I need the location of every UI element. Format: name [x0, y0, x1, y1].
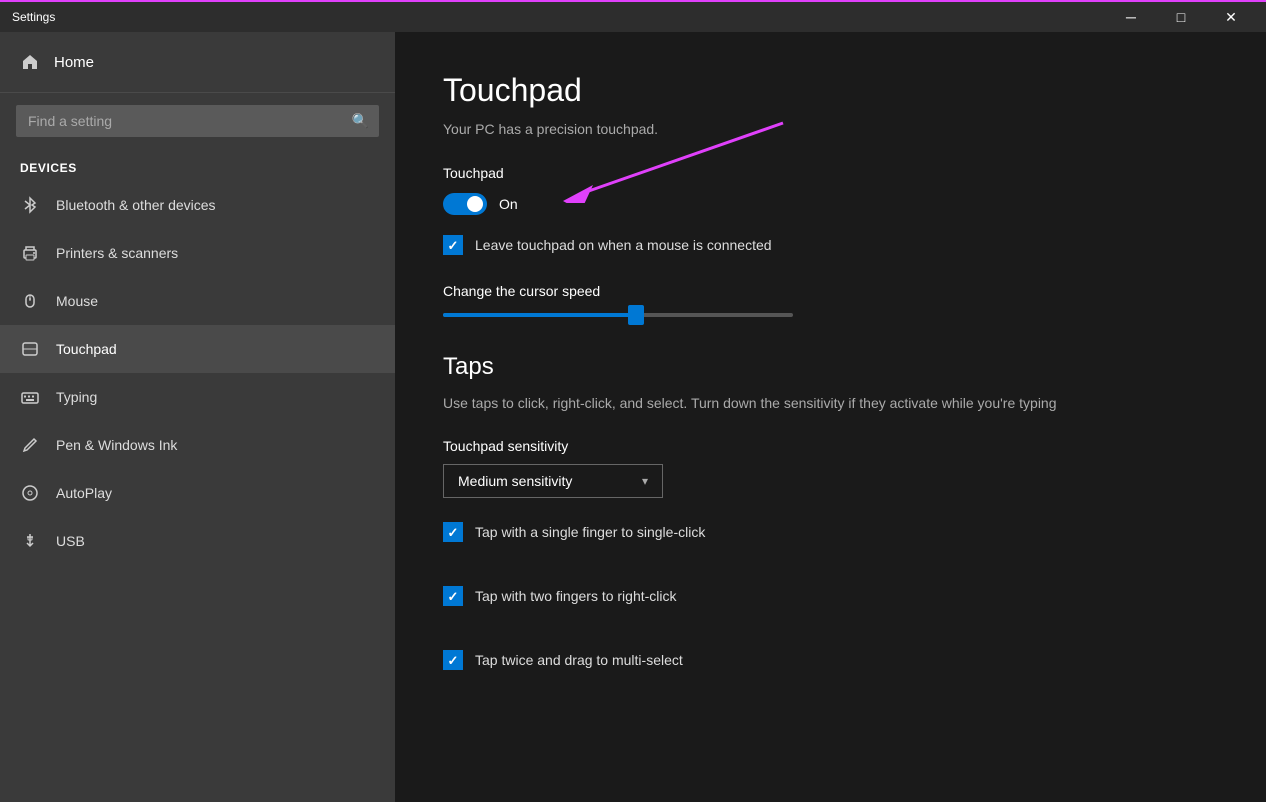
leave-touchpad-label: Leave touchpad on when a mouse is connec…: [475, 237, 772, 253]
leave-touchpad-checkbox[interactable]: ✓: [443, 235, 463, 255]
sidebar-item-bluetooth[interactable]: Bluetooth & other devices: [0, 181, 395, 229]
page-title: Touchpad: [443, 72, 1218, 109]
search-icon: 🔍: [352, 113, 369, 130]
two-finger-checkbox[interactable]: ✓: [443, 586, 463, 606]
mouse-label: Mouse: [56, 293, 98, 309]
app-title: Settings: [12, 10, 1108, 24]
two-finger-label: Tap with two fingers to right-click: [475, 588, 677, 604]
touchpad-section-label: Touchpad: [443, 165, 1218, 181]
checkmark-icon: ✓: [448, 526, 459, 539]
printers-label: Printers & scanners: [56, 245, 178, 261]
minimize-button[interactable]: ─: [1108, 1, 1154, 33]
touchpad-label: Touchpad: [56, 341, 117, 357]
double-tap-row: ✓ Tap twice and drag to multi-select: [443, 650, 1218, 670]
sensitivity-dropdown[interactable]: Medium sensitivity ▾: [443, 464, 663, 498]
typing-label: Typing: [56, 389, 97, 405]
home-nav-item[interactable]: Home: [0, 32, 395, 93]
pen-icon: [20, 435, 40, 455]
window-controls: ─ □ ✕: [1108, 1, 1254, 33]
close-button[interactable]: ✕: [1208, 1, 1254, 33]
sidebar-item-usb[interactable]: USB: [0, 517, 395, 565]
home-icon: [20, 52, 40, 72]
pen-label: Pen & Windows Ink: [56, 437, 177, 453]
two-finger-row: ✓ Tap with two fingers to right-click: [443, 586, 1218, 606]
cursor-speed-slider[interactable]: [443, 313, 793, 317]
double-tap-checkbox[interactable]: ✓: [443, 650, 463, 670]
single-tap-label: Tap with a single finger to single-click: [475, 524, 705, 540]
slider-title: Change the cursor speed: [443, 283, 1218, 299]
touchpad-toggle[interactable]: [443, 193, 487, 215]
sidebar-item-mouse[interactable]: Mouse: [0, 277, 395, 325]
checkmark-icon: ✓: [448, 239, 459, 252]
home-label: Home: [54, 54, 94, 71]
dropdown-arrow-icon: ▾: [642, 474, 648, 488]
search-input[interactable]: [16, 105, 379, 137]
sidebar-item-touchpad[interactable]: Touchpad: [0, 325, 395, 373]
section-title: Devices: [0, 149, 395, 181]
printer-icon: [20, 243, 40, 263]
search-container: 🔍: [16, 105, 379, 137]
toggle-knob: [467, 196, 483, 212]
maximize-button[interactable]: □: [1158, 1, 1204, 33]
keyboard-icon: [20, 387, 40, 407]
sidebar-item-typing[interactable]: Typing: [0, 373, 395, 421]
slider-thumb[interactable]: [628, 305, 644, 325]
content-area: Touchpad Your PC has a precision touchpa…: [395, 32, 1266, 802]
taps-checkboxes: ✓ Tap with a single finger to single-cli…: [443, 522, 1218, 698]
single-tap-row: ✓ Tap with a single finger to single-cli…: [443, 522, 1218, 542]
sidebar: Home 🔍 Devices Bluetooth & other devices: [0, 32, 395, 802]
slider-fill: [443, 313, 636, 317]
sidebar-item-printers[interactable]: Printers & scanners: [0, 229, 395, 277]
sidebar-item-pen[interactable]: Pen & Windows Ink: [0, 421, 395, 469]
taps-description: Use taps to click, right-click, and sele…: [443, 393, 1218, 414]
bluetooth-label: Bluetooth & other devices: [56, 197, 216, 213]
usb-label: USB: [56, 533, 85, 549]
sidebar-item-autoplay[interactable]: AutoPlay: [0, 469, 395, 517]
double-tap-label: Tap twice and drag to multi-select: [475, 652, 683, 668]
taps-section-title: Taps: [443, 353, 1218, 381]
titlebar: Settings ─ □ ✕: [0, 0, 1266, 32]
single-tap-checkbox[interactable]: ✓: [443, 522, 463, 542]
checkmark-icon: ✓: [448, 590, 459, 603]
page-subtitle: Your PC has a precision touchpad.: [443, 121, 1218, 137]
touchpad-icon: [20, 339, 40, 359]
autoplay-icon: [20, 483, 40, 503]
checkmark-icon: ✓: [448, 654, 459, 667]
toggle-on-label: On: [499, 196, 518, 212]
sensitivity-value: Medium sensitivity: [458, 473, 572, 489]
usb-icon: [20, 531, 40, 551]
bluetooth-icon: [20, 195, 40, 215]
sensitivity-label: Touchpad sensitivity: [443, 438, 1218, 454]
touchpad-toggle-row: On: [443, 193, 1218, 215]
sensitivity-section: Touchpad sensitivity Medium sensitivity …: [443, 438, 1218, 498]
cursor-speed-section: Change the cursor speed: [443, 283, 1218, 317]
leave-touchpad-checkbox-row: ✓ Leave touchpad on when a mouse is conn…: [443, 235, 1218, 255]
toggle-annotation-container: On: [443, 193, 1218, 215]
mouse-icon: [20, 291, 40, 311]
autoplay-label: AutoPlay: [56, 485, 112, 501]
